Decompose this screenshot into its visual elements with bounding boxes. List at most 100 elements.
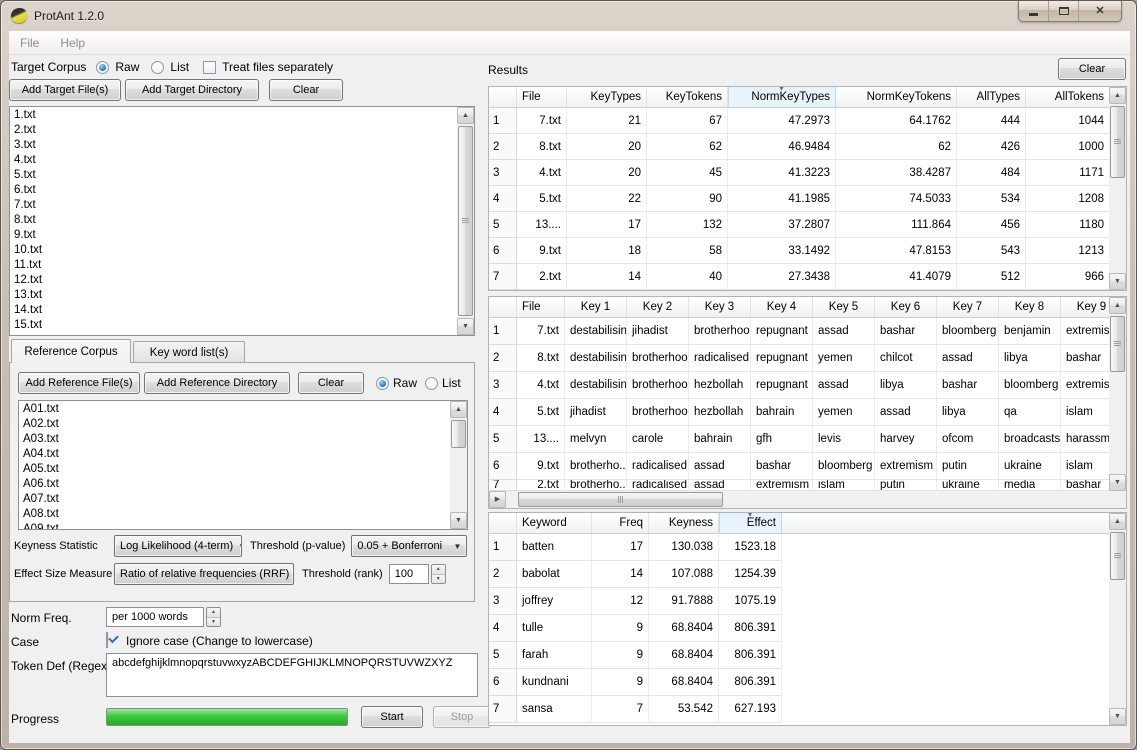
table-cell[interactable]: extremism (1061, 372, 1110, 399)
table-cell[interactable]: bashar (751, 453, 813, 480)
column-header[interactable]: NormKeyTokens (836, 87, 957, 108)
minimize-button[interactable] (1019, 1, 1049, 21)
column-header[interactable]: Key 6 (875, 297, 937, 318)
table-row[interactable]: 45.txtjihadistbrotherhoodhezbollahbahrai… (489, 399, 1110, 426)
column-header[interactable]: AllTypes (957, 87, 1026, 108)
table-cell[interactable]: extremism (1061, 318, 1110, 345)
table-cell[interactable]: bashar (875, 318, 937, 345)
scrollbar-track[interactable] (506, 491, 1093, 508)
target-file-item[interactable]: 14.txt (14, 303, 457, 318)
add-target-files-button[interactable]: Add Target File(s) (9, 79, 121, 101)
table-cell[interactable]: 543 (957, 238, 1026, 264)
scrollbar-thumb[interactable] (1110, 316, 1125, 372)
table-cell[interactable]: 74.5033 (836, 186, 957, 212)
target-file-item[interactable]: 13.txt (14, 288, 457, 303)
row-number-cell[interactable]: 7 (489, 480, 517, 491)
table-cell[interactable]: 426 (957, 134, 1026, 160)
row-number-cell[interactable]: 6 (489, 238, 517, 264)
table-cell[interactable]: 41.4079 (836, 264, 957, 290)
table-row[interactable]: 4tulle968.8404806.391 (489, 615, 1110, 642)
table-cell[interactable]: gfh (751, 426, 813, 453)
target-file-item[interactable]: 1.txt (14, 108, 457, 123)
spin-down-icon[interactable]: ▼ (432, 575, 445, 584)
table-cell[interactable]: 9.txt (517, 238, 567, 264)
table-cell[interactable]: qa (999, 399, 1061, 426)
table-cell[interactable]: radicalised (689, 345, 751, 372)
target-file-item[interactable]: 8.txt (14, 213, 457, 228)
results-clear-button[interactable]: Clear (1058, 58, 1126, 80)
stop-button[interactable]: Stop (433, 706, 491, 728)
reference-file-list[interactable]: A01.txtA02.txtA03.txtA04.txtA05.txtA06.t… (18, 400, 468, 530)
norm-freq-input[interactable]: per 1000 words (106, 607, 204, 627)
target-list-radio[interactable] (151, 61, 164, 74)
reference-file-item[interactable]: A08.txt (23, 507, 450, 522)
table-row[interactable]: 28.txt206246.9484624261000 (489, 134, 1110, 160)
table-cell[interactable]: libya (999, 345, 1061, 372)
table-cell[interactable]: 21 (567, 108, 647, 134)
ignore-case-checkbox[interactable] (106, 632, 108, 648)
row-number-cell[interactable]: 7 (489, 696, 517, 723)
table-cell[interactable]: brotherho... (565, 480, 627, 491)
table-cell[interactable]: levis (813, 426, 875, 453)
table-cell[interactable]: assad (875, 399, 937, 426)
table-cell[interactable]: 456 (957, 212, 1026, 238)
row-number-cell[interactable]: 1 (489, 108, 517, 134)
table-cell[interactable]: 33.1492 (728, 238, 836, 264)
table-row[interactable]: 6kundnani968.8404806.391 (489, 669, 1110, 696)
scrollbar-track[interactable] (450, 418, 467, 512)
spin-down-icon[interactable]: ▼ (207, 618, 220, 627)
keys-table-scrollbar[interactable]: ▲ ▼ (1109, 297, 1126, 491)
column-header[interactable]: Key 8 (999, 297, 1061, 318)
table-cell[interactable]: 966 (1026, 264, 1110, 290)
table-row[interactable]: 1batten17130.0381523.18 (489, 534, 1110, 561)
table-cell[interactable]: melvyn (565, 426, 627, 453)
table-cell[interactable]: 5.txt (517, 399, 565, 426)
column-header[interactable]: Key 3 (689, 297, 751, 318)
target-list-scrollbar[interactable]: ▲ ▼ (457, 107, 474, 335)
table-cell[interactable]: extremism (751, 480, 813, 491)
table-cell[interactable]: jihadist (627, 318, 689, 345)
table-cell[interactable]: 2.txt (517, 480, 565, 491)
table-cell[interactable]: 7.txt (517, 318, 565, 345)
norm-freq-spinner[interactable]: ▲ ▼ (206, 607, 221, 627)
table-cell[interactable]: 9 (592, 615, 649, 642)
table-row[interactable]: 72.txtbrotherho...radicalisedassadextrem… (489, 480, 1110, 491)
reference-file-item[interactable]: A03.txt (23, 432, 450, 447)
table-cell[interactable]: 40 (647, 264, 728, 290)
table-cell[interactable]: harvey (875, 426, 937, 453)
table-row[interactable]: 7sansa753.542627.193 (489, 696, 1110, 723)
row-number-cell[interactable]: 4 (489, 399, 517, 426)
table-cell[interactable]: hezbollah (689, 399, 751, 426)
column-header[interactable] (489, 513, 517, 534)
column-header[interactable]: AllTokens (1026, 87, 1110, 108)
table-cell[interactable]: 5.txt (517, 186, 567, 212)
table-cell[interactable]: assad (813, 318, 875, 345)
spin-up-icon[interactable]: ▲ (207, 608, 220, 618)
table-cell[interactable]: 2.txt (517, 264, 567, 290)
target-file-item[interactable]: 11.txt (14, 258, 457, 273)
table-cell[interactable]: 37.2807 (728, 212, 836, 238)
table-cell[interactable]: 107.088 (649, 561, 719, 588)
column-header[interactable]: Keyword (517, 513, 592, 534)
table-row[interactable]: 17.txt216747.297364.17624441044 (489, 108, 1110, 134)
table-cell[interactable]: kundnani (517, 669, 592, 696)
table-row[interactable]: 45.txt229041.198574.50335341208 (489, 186, 1110, 212)
table-cell[interactable]: 12 (592, 588, 649, 615)
table-cell[interactable]: 68.8404 (649, 615, 719, 642)
table-cell[interactable]: 67 (647, 108, 728, 134)
table-cell[interactable]: 1180 (1026, 212, 1110, 238)
table-cell[interactable]: brotherho... (565, 453, 627, 480)
table-cell[interactable]: 484 (957, 160, 1026, 186)
close-button[interactable]: ✕ (1079, 1, 1121, 21)
table-cell[interactable]: 53.542 (649, 696, 719, 723)
reference-file-item[interactable]: A04.txt (23, 447, 450, 462)
column-header[interactable] (489, 87, 517, 108)
table-row[interactable]: 28.txtdestabilisingbrotherhoodradicalise… (489, 345, 1110, 372)
table-row[interactable]: 34.txt204541.322338.42874841171 (489, 160, 1110, 186)
table-cell[interactable]: 68.8404 (649, 669, 719, 696)
table-cell[interactable]: destabilising (565, 318, 627, 345)
table-row[interactable]: 69.txtbrotherho...radicalisedassadbashar… (489, 453, 1110, 480)
table-row[interactable]: 2babolat14107.0881254.39 (489, 561, 1110, 588)
table-cell[interactable]: 806.391 (719, 615, 782, 642)
reference-file-item[interactable]: A01.txt (23, 402, 450, 417)
